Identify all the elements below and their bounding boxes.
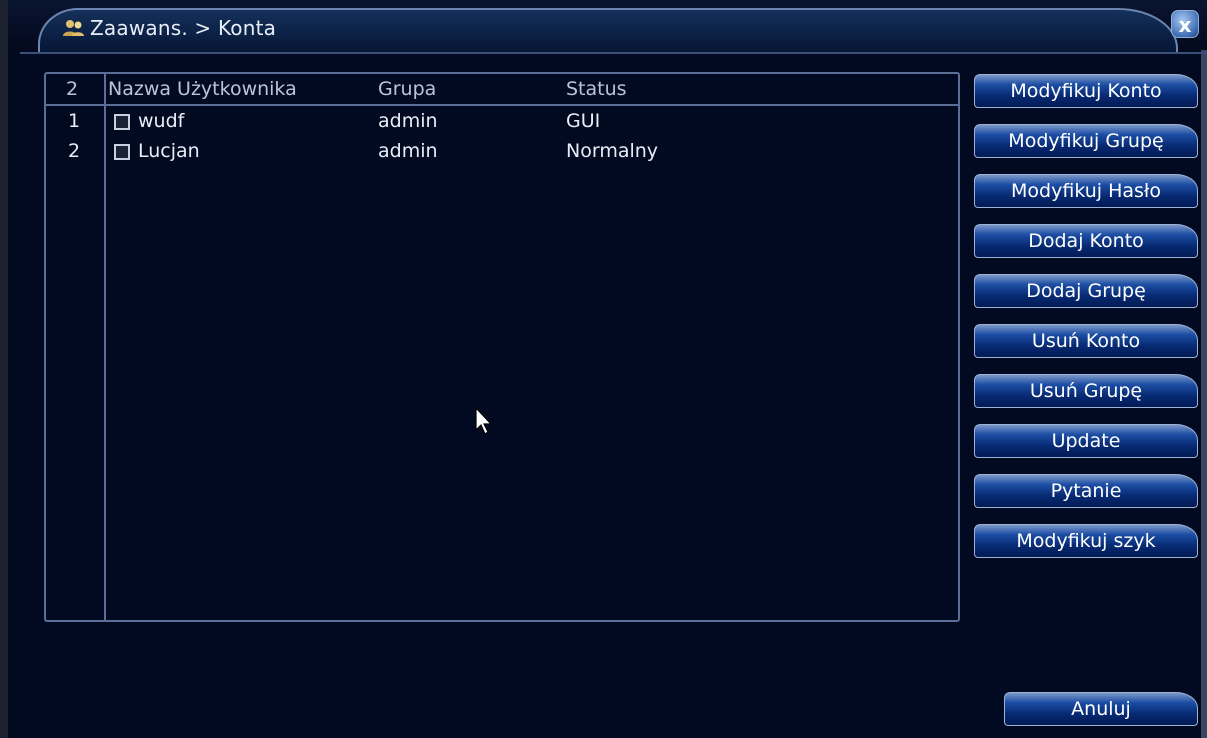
modify-password-button[interactable]: Modyfikuj Hasło bbox=[974, 174, 1198, 208]
mouse-cursor-icon bbox=[475, 406, 493, 435]
update-button[interactable]: Update bbox=[974, 424, 1198, 458]
row-index: 2 bbox=[68, 140, 81, 162]
modify-account-button[interactable]: Modyfikuj Konto bbox=[974, 74, 1198, 108]
cancel-button[interactable]: Anuluj bbox=[1004, 692, 1198, 726]
row-count: 2 bbox=[66, 78, 79, 100]
users-icon bbox=[63, 20, 84, 36]
row-username[interactable]: wudf bbox=[138, 110, 184, 132]
row-group[interactable]: admin bbox=[378, 110, 438, 132]
accounts-table: 2 Nazwa Użytkownika Grupa Status 1 wudf … bbox=[44, 72, 960, 622]
row-username[interactable]: Lucjan bbox=[138, 140, 200, 162]
row-checkbox[interactable] bbox=[114, 114, 130, 130]
column-header-status[interactable]: Status bbox=[566, 78, 627, 100]
modify-order-button[interactable]: Modyfikuj szyk bbox=[974, 524, 1198, 558]
add-account-button[interactable]: Dodaj Konto bbox=[974, 224, 1198, 258]
row-status[interactable]: GUI bbox=[566, 110, 600, 132]
accounts-window: Zaawans. > Konta x 2 Nazwa Użytkownika G… bbox=[0, 0, 1207, 738]
delete-account-button[interactable]: Usuń Konto bbox=[974, 324, 1198, 358]
index-column-divider bbox=[104, 74, 106, 620]
column-header-name[interactable]: Nazwa Użytkownika bbox=[108, 78, 297, 100]
modify-group-button[interactable]: Modyfikuj Grupę bbox=[974, 124, 1198, 158]
add-group-button[interactable]: Dodaj Grupę bbox=[974, 274, 1198, 308]
close-button[interactable]: x bbox=[1171, 10, 1199, 38]
column-header-group[interactable]: Grupa bbox=[378, 78, 436, 100]
row-group[interactable]: admin bbox=[378, 140, 438, 162]
header-divider bbox=[46, 104, 958, 106]
question-button[interactable]: Pytanie bbox=[974, 474, 1198, 508]
delete-group-button[interactable]: Usuń Grupę bbox=[974, 374, 1198, 408]
row-checkbox[interactable] bbox=[114, 144, 130, 160]
title-divider bbox=[20, 52, 1207, 54]
page-title: Zaawans. > Konta bbox=[90, 16, 277, 40]
row-index: 1 bbox=[68, 110, 81, 132]
row-status[interactable]: Normalny bbox=[566, 140, 658, 162]
title-row: Zaawans. > Konta bbox=[62, 14, 276, 42]
